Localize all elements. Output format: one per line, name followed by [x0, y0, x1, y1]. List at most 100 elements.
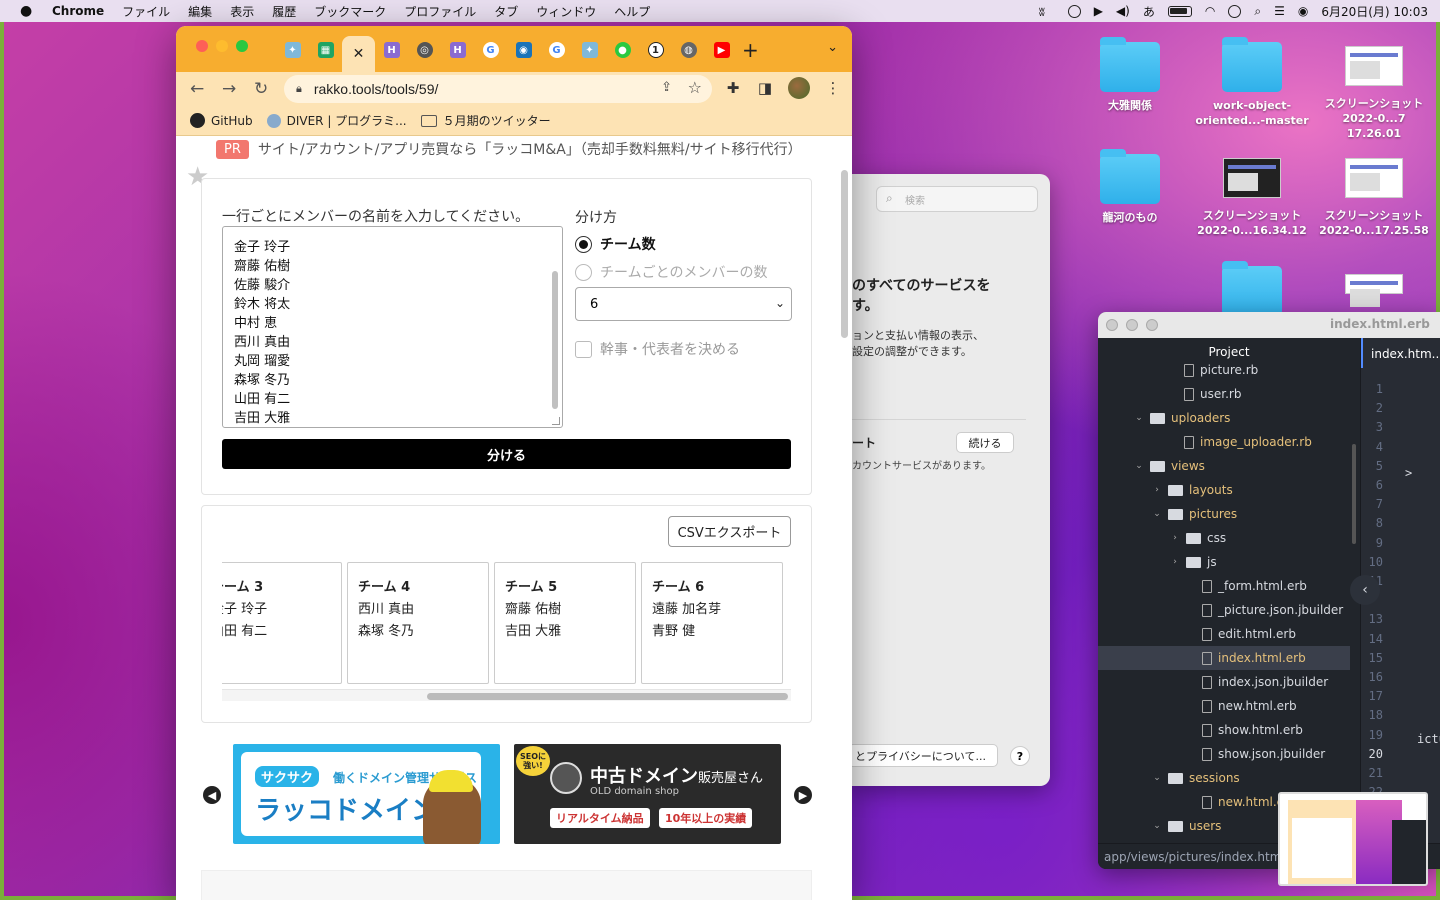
team-count-select[interactable]: 6 ⌄	[575, 287, 792, 321]
menu-help[interactable]: ヘルプ	[614, 3, 650, 20]
tree-folder[interactable]: ⌄ pictures	[1152, 502, 1237, 526]
app-status-icon[interactable]: ʬ	[1039, 5, 1055, 19]
menu-bookmarks[interactable]: ブックマーク	[314, 3, 386, 20]
spotlight-icon[interactable]: ⌕	[1254, 4, 1261, 19]
control-center-icon[interactable]: ☰	[1274, 4, 1285, 18]
radio-button[interactable]	[575, 263, 592, 281]
privacy-button[interactable]: とプライバシーについて...	[852, 744, 998, 767]
radio-team-count[interactable]: チーム数	[575, 234, 656, 254]
tab[interactable]: ◎	[408, 36, 441, 64]
tab[interactable]: ▦	[309, 36, 342, 64]
continue-button[interactable]: 続ける	[956, 432, 1014, 453]
bookmark-folder[interactable]: ５月期のツイッター	[420, 112, 551, 129]
tree-file[interactable]: image_uploader.rb	[1184, 430, 1312, 454]
battery-icon[interactable]	[1167, 5, 1192, 17]
reload-button[interactable]: ↻	[254, 79, 268, 99]
member-names-textarea[interactable]: 金子 玲子 齋藤 佑樹 佐藤 駿介 鈴木 将太 中村 恵西川 真由 丸岡 瑠愛 森塚 冬乃山…	[222, 226, 563, 428]
creative-cloud-icon[interactable]	[1067, 4, 1081, 18]
menu-edit[interactable]: 編集	[188, 3, 212, 20]
bookmark-diver[interactable]: DIVER | プログラミ...	[266, 112, 407, 129]
menu-history[interactable]: 履歴	[272, 3, 296, 20]
more-menu-icon[interactable]: ⋮	[824, 79, 842, 97]
menu-file[interactable]: ファイル	[122, 3, 170, 20]
lock-icon[interactable]: 🔒︎	[296, 82, 302, 96]
input-mode-indicator[interactable]: あ	[1143, 3, 1155, 20]
profile-avatar[interactable]	[788, 77, 810, 99]
bookmark-star-icon[interactable]: ☆	[688, 78, 702, 97]
help-button[interactable]: ?	[1010, 746, 1030, 766]
tab[interactable]: ✦	[276, 36, 309, 64]
menu-window[interactable]: ウィンドウ	[536, 3, 596, 20]
chevron-right-icon[interactable]: ›	[1170, 533, 1180, 543]
tree-folder[interactable]: ⌄ views	[1134, 454, 1205, 478]
desktop-folder[interactable]: work-object-oriented...-master	[1192, 37, 1312, 128]
menu-view[interactable]: 表示	[230, 3, 254, 20]
tab[interactable]: H	[375, 36, 408, 64]
close-icon[interactable]: ✕	[351, 46, 367, 62]
zoom-window-button[interactable]	[236, 40, 248, 52]
tree-file[interactable]: user.rb	[1184, 382, 1241, 406]
side-panel-icon[interactable]: ◨	[756, 79, 774, 97]
tree-folder[interactable]: ⌄ sessions	[1152, 766, 1239, 790]
wifi-icon[interactable]: ◠	[1205, 4, 1215, 18]
chevron-down-icon[interactable]: ⌄	[1152, 509, 1162, 519]
tab[interactable]: G	[540, 36, 573, 64]
chevron-right-icon[interactable]: ›	[1152, 485, 1162, 495]
tree-file[interactable]: edit.html.erb	[1202, 622, 1296, 646]
tree-file[interactable]: _form.html.erb	[1202, 574, 1307, 598]
volume-icon[interactable]: ◀)	[1116, 4, 1130, 18]
radio-members-per-team[interactable]: チームごとのメンバーの数	[575, 262, 767, 282]
textarea-resize-handle[interactable]	[552, 417, 560, 425]
bookmark-github[interactable]: GitHub	[190, 113, 253, 128]
textarea-scrollbar[interactable]	[552, 271, 558, 409]
chevron-down-icon[interactable]: ⌄	[1134, 461, 1144, 471]
apple-menu-icon[interactable]: ●	[20, 3, 36, 19]
play-icon[interactable]: ▶	[1094, 4, 1103, 18]
menu-app-name[interactable]: Chrome	[52, 4, 104, 18]
desktop-screenshot[interactable]: スクリーンショット 2022-0...16.34.12	[1192, 154, 1312, 238]
tree-scrollbar[interactable]	[1352, 444, 1356, 544]
tab[interactable]: 1	[639, 36, 672, 64]
chevron-down-icon[interactable]: ⌄	[1152, 773, 1162, 783]
chevron-right-icon[interactable]: ›	[1170, 557, 1180, 567]
tab-active[interactable]: ✕	[342, 36, 375, 72]
syspref-search-field[interactable]: ⌕ 検索	[876, 186, 1038, 212]
chevron-down-icon[interactable]: ⌄	[1152, 821, 1162, 831]
editor-zoom-button[interactable]	[1146, 319, 1158, 331]
tree-file[interactable]: index.html.erb	[1098, 646, 1350, 670]
menu-clock[interactable]: 6月20日(月) 10:03	[1321, 3, 1428, 20]
scrollbar-thumb[interactable]	[427, 693, 788, 700]
desktop-folder[interactable]: 大雅関係	[1070, 37, 1190, 113]
menu-tab[interactable]: タブ	[494, 3, 518, 20]
tab[interactable]: ●	[606, 36, 639, 64]
tree-file[interactable]: new.html.erb	[1202, 694, 1297, 718]
tree-file[interactable]: index.json.jbuilder	[1202, 670, 1328, 694]
tree-file[interactable]: show.json.jbuilder	[1202, 742, 1325, 766]
tree-file[interactable]: _picture.json.jbuilder	[1202, 598, 1343, 622]
share-icon[interactable]: ⇪	[661, 80, 672, 95]
minimize-window-button[interactable]	[216, 40, 228, 52]
editor-minimize-button[interactable]	[1126, 319, 1138, 331]
tree-file[interactable]: picture.rb	[1184, 358, 1258, 382]
editor-tab[interactable]: index.htm...	[1361, 338, 1440, 368]
forward-button[interactable]: →	[222, 79, 236, 99]
tab[interactable]: ▶	[705, 36, 738, 64]
tab[interactable]: ✦	[573, 36, 606, 64]
tree-folder[interactable]: ⌄ uploaders	[1134, 406, 1230, 430]
tab[interactable]: H	[441, 36, 474, 64]
desktop-folder[interactable]: 龍河のもの	[1070, 149, 1190, 225]
pr-banner[interactable]: PR サイト/アカウント/アプリ売買なら「ラッコM&A」（売却手数料無料/サイト…	[216, 139, 802, 159]
leader-checkbox-row[interactable]: 幹事・代表者を決める	[575, 339, 740, 359]
split-button[interactable]: 分ける	[222, 439, 791, 469]
screenshot-preview-thumbnail[interactable]	[1278, 792, 1428, 886]
rakko-domain-banner[interactable]: サクサク 働くドメイン管理サービス ラッコドメイン	[233, 744, 500, 844]
tree-folder[interactable]: › js	[1170, 550, 1216, 574]
carousel-prev-arrow-icon[interactable]: ◀	[203, 786, 221, 804]
desktop-screenshot[interactable]: スクリーンショット 2022-0...17.25.58	[1314, 154, 1434, 238]
tab-search-chevron-icon[interactable]: ⌄	[827, 40, 838, 55]
radio-button-selected[interactable]	[575, 235, 592, 253]
page-scrollbar[interactable]	[841, 170, 848, 338]
editor-close-button[interactable]	[1106, 319, 1118, 331]
collapse-panel-button[interactable]: ‹	[1350, 575, 1380, 605]
address-bar[interactable]: 🔒︎ rakko.tools/tools/59/ ⇪ ☆	[284, 75, 712, 103]
